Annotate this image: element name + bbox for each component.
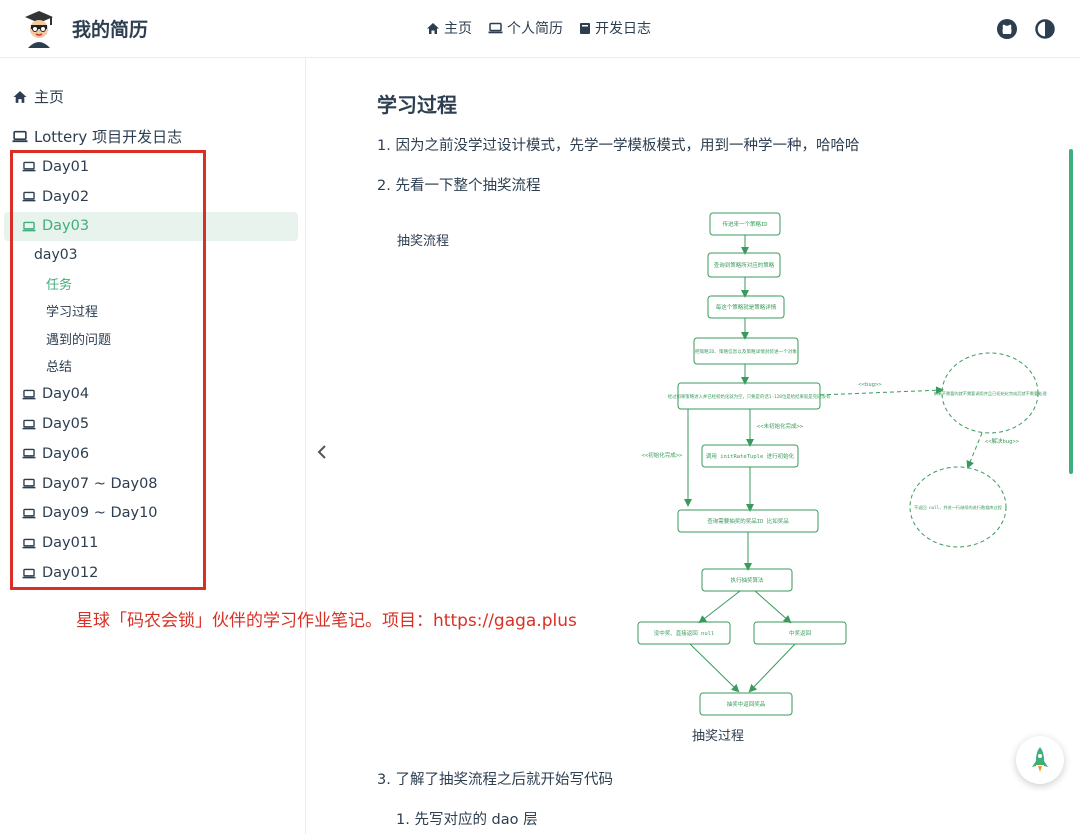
laptop-icon [22, 478, 36, 489]
sidebar-group-label: Lottery 项目开发日志 [34, 128, 183, 146]
sidebar-item-label: Day02 [42, 188, 90, 205]
sidebar-item-day07-08[interactable]: Day07 ~ Day08 [4, 469, 298, 499]
flow-node-2-label: 查询到策略所对应的策略 [714, 261, 775, 269]
flow-node-3-label: 每这个策略就是策略详情 [716, 303, 777, 311]
home-icon [13, 90, 27, 103]
sidebar-item-day04[interactable]: Day04 [4, 379, 298, 409]
paragraph: 1. 因为之前没学过设计模式，先学一学模板模式，用到一种学一种，哈哈哈 [377, 138, 860, 154]
sidebar-day-list: Day01 Day02 Day03 day03 任务 学习过程 遇到的问题 总结… [4, 152, 298, 588]
paragraph: 3. 了解了抽奖流程之后就开始写代码 [377, 772, 613, 788]
theme-toggle-icon[interactable] [1034, 18, 1056, 40]
laptop-icon [488, 22, 503, 34]
sidebar-item-label: Day06 [42, 445, 90, 462]
lottery-flow-diagram: 传进来一个策略ID 查询到策略所对应的策略 每这个策略就是策略详情 把策略ID、… [637, 212, 1047, 716]
flow-edge-label: <<解决bug>> [985, 437, 1020, 445]
flow-edge-label: <<初始化完成>> [642, 451, 683, 459]
nav-link-label: 开发日志 [595, 21, 651, 37]
sidebar-item-label: Day09 ~ Day10 [42, 505, 158, 522]
flow-node-6-label: 调用 initRateTuple 进行初始化 [706, 452, 795, 460]
sidebar-item-day011[interactable]: Day011 [4, 528, 298, 558]
github-icon[interactable] [996, 18, 1018, 40]
flow-side-node-2-label: 不返回 null，并进一行继续的进行数据库过程 [914, 504, 1003, 511]
nav-link-label: 个人简历 [507, 21, 563, 37]
sidebar-item-day06[interactable]: Day06 [4, 439, 298, 469]
site-title: 我的简历 [72, 18, 149, 41]
watermark-text: 星球「码农会锁」伙伴的学习作业笔记。项目：https://gaga.plus [76, 611, 577, 631]
sidebar-item-day03[interactable]: Day03 [4, 211, 298, 242]
sidebar-anchor-summary[interactable]: 总结 [4, 352, 298, 380]
sidebar-item-label: 主页 [34, 88, 65, 106]
flow-side-node-1-label: 如果不需要的就不需要调用并且已初始化完成后就不需要处理 [933, 390, 1047, 397]
diagram-label: 抽奖流程 [397, 234, 450, 249]
sidebar-item-label: Day011 [42, 535, 99, 552]
sidebar: 主页 Lottery 项目开发日志 Day01 Day02 Day03 day0… [0, 58, 306, 834]
flow-node-11-label: 抽奖中返回奖品 [727, 700, 766, 708]
laptop-icon [22, 449, 36, 459]
flow-node-5-label: 经过如果策略进入并已经初始化就为空，只要是的话1-128位是给结果就是完成没有 [668, 393, 831, 400]
scrollbar[interactable] [1069, 149, 1073, 474]
sidebar-sub-day03[interactable]: day03 [4, 241, 298, 269]
rocket-icon [1032, 747, 1048, 772]
navbar: 我的简历 主页 个人简历 开发日志 [0, 0, 1080, 58]
paragraph: 1. 先写对应的 dao 层 [396, 812, 538, 828]
sidebar-anchor-task[interactable]: 任务 [4, 269, 298, 297]
laptop-icon [12, 130, 28, 143]
home-icon [427, 22, 439, 34]
flow-node-10-label: 中奖返回 [789, 629, 812, 637]
back-to-top-button[interactable] [1016, 736, 1064, 784]
flow-node-7-label: 查询需要抽奖的奖品ID 比如奖品 [707, 517, 789, 525]
sidebar-anchor-problems[interactable]: 遇到的问题 [4, 324, 298, 352]
nav-icons [996, 18, 1056, 40]
nav-links: 主页 个人简历 开发日志 [426, 18, 651, 38]
laptop-icon [22, 191, 36, 202]
sidebar-item-label: Day07 ~ Day08 [42, 475, 158, 492]
sidebar-group-lottery[interactable]: Lottery 项目开发日志 [12, 126, 182, 147]
book-icon [580, 22, 590, 34]
flow-edge-label: <<bug>> [858, 382, 882, 388]
flow-node-1-label: 传进来一个策略ID [722, 220, 767, 228]
laptop-icon [22, 221, 36, 232]
sidebar-item-day05[interactable]: Day05 [4, 409, 298, 439]
sidebar-anchor-learning[interactable]: 学习过程 [4, 297, 298, 325]
laptop-icon [22, 538, 36, 549]
nav-link-devlog[interactable]: 开发日志 [579, 18, 651, 38]
sidebar-item-day01[interactable]: Day01 [4, 152, 298, 182]
flow-node-8-label: 执行抽奖算法 [730, 576, 764, 584]
avatar-icon [25, 11, 53, 48]
laptop-icon [22, 419, 36, 429]
flow-edge-label: <<未初始化完成>> [757, 422, 804, 430]
laptop-icon [22, 162, 36, 172]
sidebar-item-label: Day05 [42, 416, 90, 433]
laptop-icon [22, 568, 36, 578]
sidebar-item-day09-10[interactable]: Day09 ~ Day10 [4, 499, 298, 529]
nav-link-home[interactable]: 主页 [426, 18, 472, 38]
sidebar-item-label: Day04 [42, 386, 90, 403]
sidebar-item-day02[interactable]: Day02 [4, 182, 298, 212]
sidebar-item-home[interactable]: 主页 [12, 86, 64, 107]
sidebar-item-day012[interactable]: Day012 [4, 558, 298, 588]
laptop-icon [22, 389, 36, 400]
paragraph: 2. 先看一下整个抽奖流程 [377, 178, 541, 194]
nav-link-resume[interactable]: 个人简历 [488, 18, 563, 38]
flow-node-4-label: 把策略ID、策略信息以及策略详情封装进一个对象 [695, 348, 797, 355]
sidebar-item-label: Day03 [42, 218, 90, 235]
section-heading: 学习过程 [377, 93, 457, 117]
sidebar-item-label: Day01 [42, 158, 90, 175]
laptop-icon [22, 508, 36, 519]
nav-link-label: 主页 [444, 21, 472, 37]
flow-node-9-label: 没中奖、直接返回 null [654, 629, 715, 637]
sidebar-item-label: Day012 [42, 565, 99, 582]
brand[interactable]: 我的简历 [22, 8, 148, 48]
